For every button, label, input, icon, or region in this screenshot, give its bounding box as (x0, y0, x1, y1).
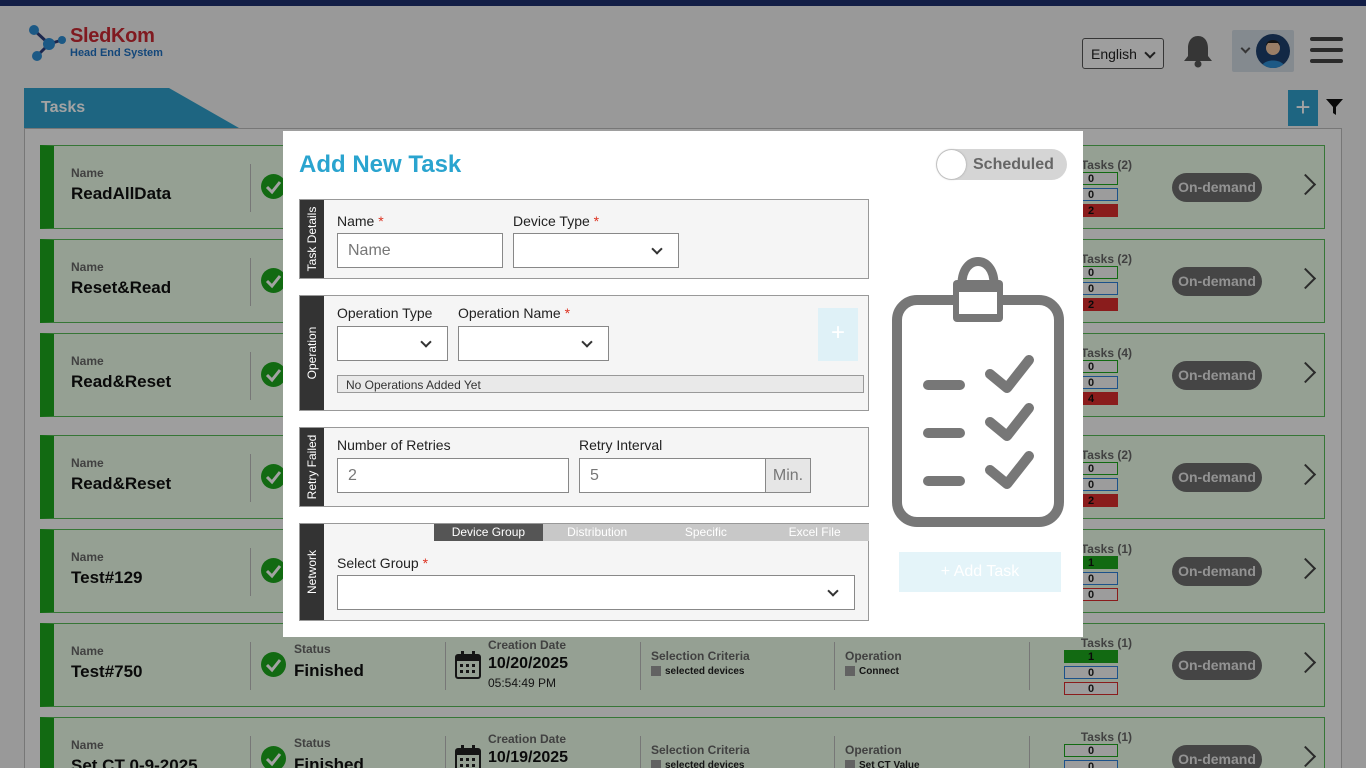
select-group-dropdown[interactable] (337, 575, 855, 610)
scheduled-label: Scheduled (973, 156, 1054, 173)
section-side-label: Task Details (300, 200, 324, 278)
section-side-label: Operation (300, 296, 324, 410)
chevron-down-icon (651, 243, 663, 255)
add-task-submit-button[interactable]: + Add Task (899, 552, 1061, 592)
network-section: Network Device Group Distribution Specif… (299, 523, 869, 621)
clipboard-checklist-icon (892, 257, 1064, 527)
scheduled-toggle[interactable]: Scheduled (936, 149, 1067, 180)
chevron-down-icon (581, 336, 593, 348)
select-group-label: Select Group * (337, 555, 429, 571)
tab-device-group[interactable]: Device Group (434, 524, 543, 541)
add-task-dialog: Add New Task Scheduled Task Details Name… (283, 131, 1083, 637)
operation-section: Operation Operation Type Operation Name … (299, 295, 869, 411)
retry-interval-input[interactable]: 5 (579, 458, 766, 493)
retries-label: Number of Retries (337, 437, 451, 453)
toggle-knob (937, 150, 966, 179)
interval-unit: Min. (765, 458, 811, 493)
device-type-label: Device Type * (513, 213, 600, 229)
operation-type-select[interactable] (337, 326, 448, 361)
tab-specific[interactable]: Specific (651, 524, 761, 541)
retry-section: Retry Failed Number of Retries 2 Retry I… (299, 427, 869, 507)
chevron-down-icon (827, 585, 839, 597)
operation-name-label: Operation Name * (458, 305, 571, 321)
operation-name-select[interactable] (458, 326, 609, 361)
dialog-title: Add New Task (299, 151, 462, 178)
task-details-section: Task Details Name * Name Device Type * (299, 199, 869, 279)
network-tabs: Device Group Distribution Specific Excel… (434, 524, 869, 541)
device-type-select[interactable] (513, 233, 679, 268)
section-side-label: Retry Failed (300, 428, 324, 506)
operation-type-label: Operation Type (337, 305, 433, 321)
chevron-down-icon (420, 336, 432, 348)
retry-interval-label: Retry Interval (579, 437, 663, 453)
name-label: Name * (337, 213, 384, 229)
tab-excel-file[interactable]: Excel File (760, 524, 869, 541)
section-side-label: Network (300, 524, 324, 620)
tab-distribution[interactable]: Distribution (542, 524, 652, 541)
operations-empty-message: No Operations Added Yet (337, 375, 864, 393)
retries-input[interactable]: 2 (337, 458, 569, 493)
add-operation-button[interactable]: + (818, 308, 858, 361)
name-field[interactable]: Name (337, 233, 503, 268)
